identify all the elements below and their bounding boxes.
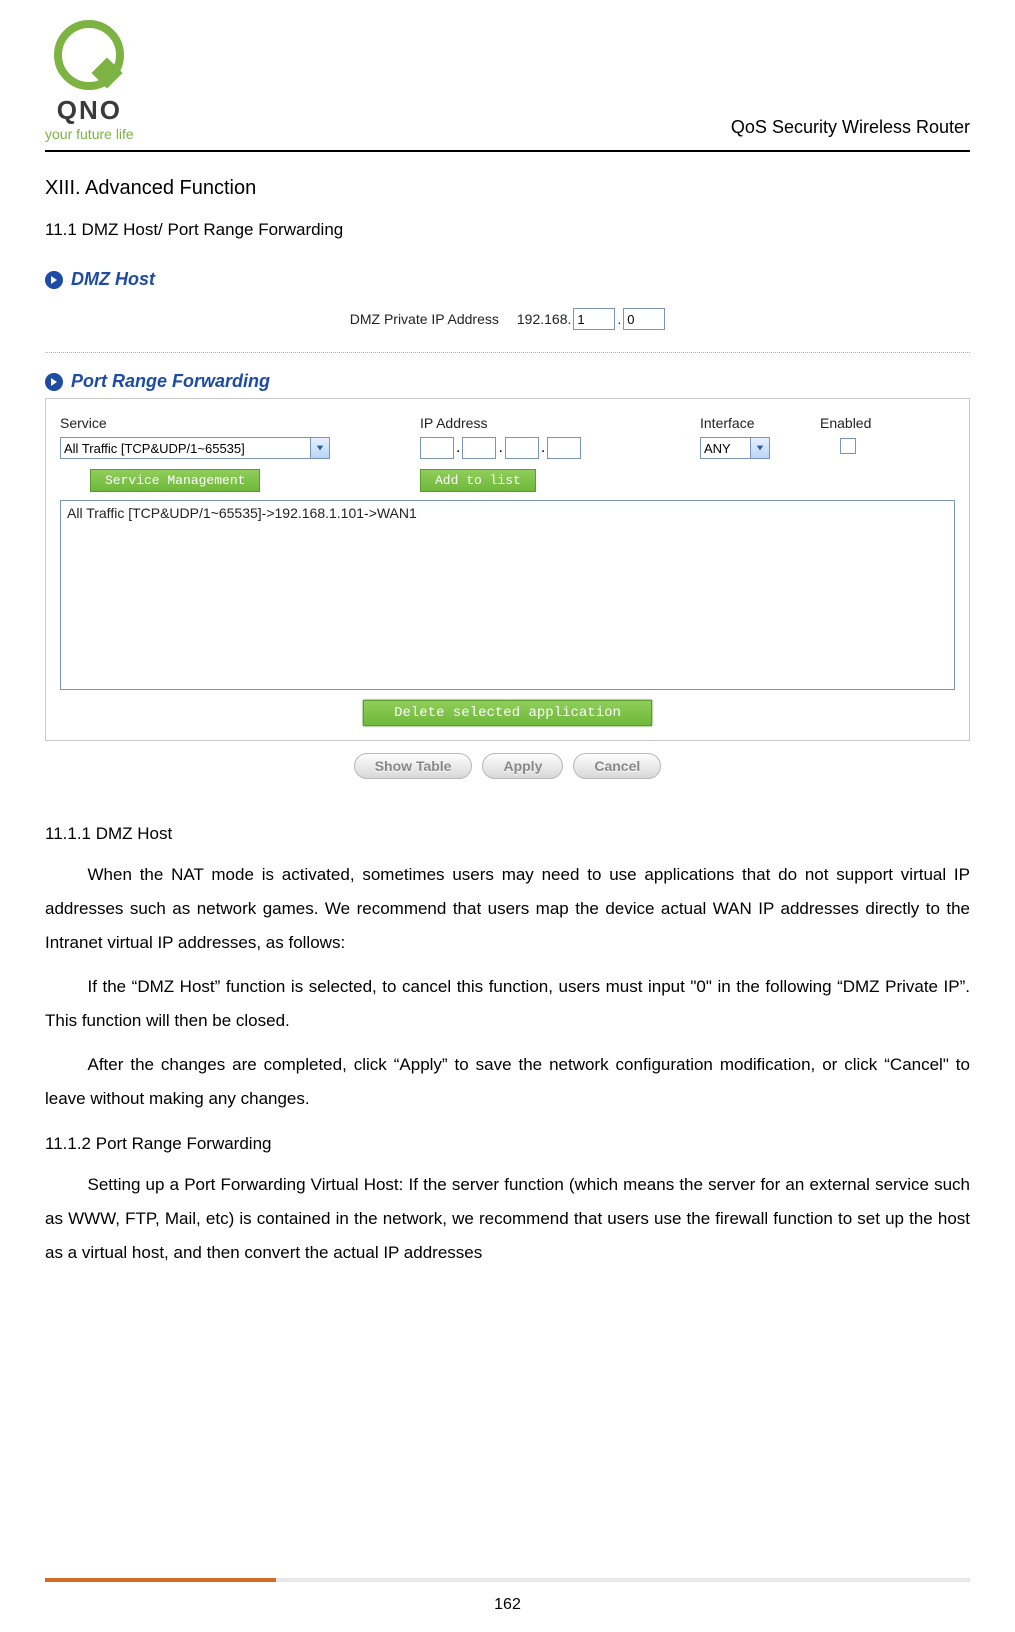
heading-1111: 11.1.1 DMZ Host: [45, 824, 970, 844]
dmz-panel-title: DMZ Host: [71, 269, 155, 290]
prf-box: Service IP Address Interface Enabled: [45, 398, 970, 741]
enabled-checkbox[interactable]: [840, 438, 856, 454]
heading-1112: 11.1.2 Port Range Forwarding: [45, 1134, 970, 1154]
dmz-ip-row: DMZ Private IP Address 192.168. .: [45, 296, 970, 348]
paragraph: After the changes are completed, click “…: [45, 1048, 970, 1116]
action-buttons: Show Table Apply Cancel: [45, 741, 970, 779]
arrow-right-circle-icon: [45, 271, 63, 289]
show-table-button[interactable]: Show Table: [354, 753, 473, 779]
logo-brand-text: QNO: [57, 95, 122, 126]
dmz-ip-octet4-input[interactable]: [623, 308, 665, 330]
col-service: Service: [60, 415, 420, 431]
paragraph: When the NAT mode is activated, sometime…: [45, 858, 970, 960]
dmz-ip-label: DMZ Private IP Address: [350, 311, 499, 327]
list-item[interactable]: All Traffic [TCP&UDP/1~65535]->192.168.1…: [67, 505, 948, 521]
col-enabled: Enabled: [820, 415, 900, 431]
divider: [45, 352, 970, 353]
product-name: QoS Security Wireless Router: [731, 117, 970, 142]
ip-octet1[interactable]: [420, 437, 454, 459]
add-to-list-button[interactable]: Add to list: [420, 469, 536, 492]
prf-button-row: Service Management Add to list: [60, 465, 955, 500]
section-title: XIII. Advanced Function: [45, 177, 970, 200]
ip-address-input: . . .: [420, 437, 700, 459]
service-management-button[interactable]: Service Management: [90, 469, 260, 492]
prf-column-headers: Service IP Address Interface Enabled: [60, 409, 955, 437]
forwarding-listbox[interactable]: All Traffic [TCP&UDP/1~65535]->192.168.1…: [60, 500, 955, 690]
service-select[interactable]: [60, 437, 330, 459]
cancel-button[interactable]: Cancel: [573, 753, 661, 779]
prf-panel-header: Port Range Forwarding: [45, 365, 970, 398]
footer-rule: [45, 1578, 970, 1582]
dmz-panel-header: DMZ Host: [45, 263, 970, 296]
body-text: 11.1.1 DMZ Host When the NAT mode is act…: [45, 824, 970, 1270]
interface-select[interactable]: [700, 437, 770, 459]
qno-logo-mark: [54, 20, 124, 90]
logo: QNO your future life: [45, 20, 134, 142]
delete-selected-button[interactable]: Delete selected application: [363, 700, 652, 726]
ui-screenshot: DMZ Host DMZ Private IP Address 192.168.…: [45, 255, 970, 794]
ip-octet3[interactable]: [505, 437, 539, 459]
dmz-ip-prefix: 192.168.: [517, 311, 572, 327]
logo-tagline: your future life: [45, 126, 134, 142]
page-header: QNO your future life QoS Security Wirele…: [45, 20, 970, 152]
ip-octet2[interactable]: [462, 437, 496, 459]
page-number: 162: [0, 1596, 1015, 1614]
ip-octet4[interactable]: [547, 437, 581, 459]
prf-panel-title: Port Range Forwarding: [71, 371, 270, 392]
col-ip: IP Address: [420, 415, 700, 431]
prf-input-row: . . .: [60, 437, 955, 465]
apply-button[interactable]: Apply: [482, 753, 563, 779]
section-subtitle: 11.1 DMZ Host/ Port Range Forwarding: [45, 220, 970, 240]
paragraph: If the “DMZ Host” function is selected, …: [45, 970, 970, 1038]
arrow-right-circle-icon: [45, 373, 63, 391]
paragraph: Setting up a Port Forwarding Virtual Hos…: [45, 1168, 970, 1270]
col-interface: Interface: [700, 415, 820, 431]
dmz-ip-octet3-input[interactable]: [573, 308, 615, 330]
